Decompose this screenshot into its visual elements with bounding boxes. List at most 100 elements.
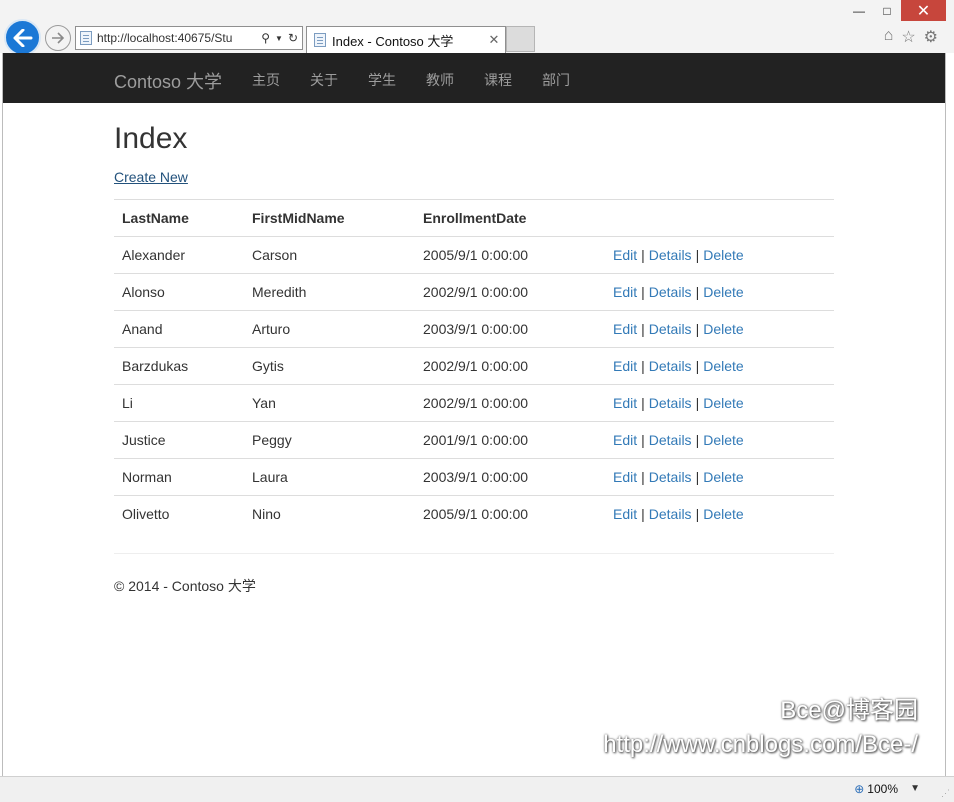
cell-enrollmentdate: 2003/9/1 0:00:00 (415, 458, 605, 496)
table-row: Norman Laura 2003/9/1 0:00:00 Edit | Detai… (114, 458, 834, 496)
cell-enrollmentdate: 2005/9/1 0:00:00 (423, 506, 529, 523)
delete-link[interactable]: Delete (703, 469, 743, 485)
edit-link[interactable]: Edit (613, 395, 637, 411)
cell-actions: Edit | Details | Delete (605, 310, 834, 348)
header-enrollmentdate: EnrollmentDate (415, 199, 605, 237)
cell-firstmidname: Laura (244, 458, 415, 496)
back-button[interactable] (4, 19, 41, 56)
cell-enrollmentdate: 2002/9/1 0:00:00 (415, 273, 605, 311)
cell-firstmidname: Yan (244, 384, 415, 422)
cell-firstmidname: Meredith (244, 273, 415, 311)
separator: | (641, 358, 645, 374)
favorites-star-icon[interactable]: ☆ (901, 27, 915, 47)
details-link[interactable]: Details (649, 432, 692, 448)
cell-actions: Edit | Details | Delete (605, 421, 834, 459)
nav-item-home[interactable]: 主页 (252, 70, 280, 90)
refresh-icon[interactable]: ↻ (288, 31, 298, 45)
url-text[interactable]: http://localhost:40675/Stu (97, 31, 261, 45)
cell-actions: Edit | Details | Delete (605, 236, 834, 274)
separator: | (695, 395, 700, 411)
delete-link[interactable]: Delete (703, 284, 743, 300)
main-content: Index Create New LastName FirstMidName E… (114, 104, 834, 596)
footer-divider (114, 552, 834, 554)
cell-firstmidname: Nino (252, 506, 281, 523)
delete-link[interactable]: Delete (703, 247, 743, 263)
separator: | (641, 284, 645, 300)
cell-firstmidname: Arturo (244, 310, 415, 348)
browser-tab[interactable]: Index - Contoso 大学 ✕ (306, 26, 506, 53)
page-icon (80, 31, 92, 45)
separator: | (695, 247, 700, 263)
zoom-level: 100% (867, 782, 898, 796)
cell-lastname: Anand (114, 310, 244, 348)
maximize-icon[interactable]: □ (873, 0, 901, 21)
details-link[interactable]: Details (649, 395, 692, 411)
edit-link[interactable]: Edit (613, 284, 637, 300)
edit-link[interactable]: Edit (613, 358, 637, 374)
window-controls: — □ ✕ (845, 0, 946, 21)
navbar-brand[interactable]: Contoso 大学 (114, 68, 222, 94)
nav-item-instructors[interactable]: 教师 (426, 70, 454, 90)
details-link[interactable]: Details (649, 358, 692, 374)
details-link[interactable]: Details (649, 321, 692, 337)
nav-menu: 主页 关于 学生 教师 课程 部门 (252, 70, 600, 90)
header-actions (605, 199, 834, 237)
cell-enrollmentdate: 2002/9/1 0:00:00 (415, 347, 605, 385)
nav-item-about[interactable]: 关于 (310, 70, 338, 90)
delete-link[interactable]: Delete (703, 506, 743, 522)
delete-link[interactable]: Delete (703, 395, 743, 411)
page-footer: © 2014 - Contoso 大学 (114, 577, 256, 594)
home-icon[interactable]: ⌂ (884, 27, 894, 47)
table-row: Alexander Carson 2005/9/1 0:00:00 Edit | D… (114, 236, 834, 274)
settings-gear-icon[interactable]: ⚙ (924, 27, 938, 47)
delete-link[interactable]: Delete (703, 321, 743, 337)
separator: | (641, 432, 645, 448)
delete-link[interactable]: Delete (703, 432, 743, 448)
edit-link[interactable]: Edit (613, 506, 637, 522)
separator: | (641, 395, 645, 411)
table-row: Anand Arturo 2003/9/1 0:00:00 Edit | Detai… (114, 310, 834, 348)
delete-link[interactable]: Delete (703, 358, 743, 374)
separator: | (695, 358, 700, 374)
address-bar[interactable]: http://localhost:40675/Stu ⚲ ▼ ↻ (75, 26, 303, 50)
search-icon[interactable]: ⚲ (261, 31, 270, 45)
details-link[interactable]: Details (649, 247, 692, 263)
tab-close-icon[interactable]: ✕ (483, 32, 505, 48)
table-row: Li Yan 2002/9/1 0:00:00 Edit | Details | Del… (114, 384, 834, 422)
table-row: Barzdukas Gytis 2002/9/1 0:00:00 Edit | De… (114, 347, 834, 385)
resize-grip-icon[interactable]: ⋰ (941, 788, 950, 799)
details-link[interactable]: Details (649, 506, 692, 522)
nav-item-courses[interactable]: 课程 (484, 70, 512, 90)
close-window-icon[interactable]: ✕ (901, 0, 946, 21)
create-new-link[interactable]: Create New (114, 169, 188, 185)
details-link[interactable]: Details (649, 469, 692, 485)
cell-actions: Edit | Details | Delete (605, 458, 834, 496)
cell-lastname: Justice (114, 421, 244, 459)
cell-firstmidname: Gytis (244, 347, 415, 385)
zoom-control[interactable]: ⊕ 100% (854, 782, 898, 796)
table-row: Alonso Meredith 2002/9/1 0:00:00 Edit | De… (114, 273, 834, 311)
nav-item-students[interactable]: 学生 (368, 70, 396, 90)
separator: | (641, 321, 645, 337)
dropdown-icon[interactable]: ▼ (275, 34, 283, 43)
new-tab-button[interactable] (506, 26, 535, 52)
header-lastname: LastName (114, 199, 244, 237)
edit-link[interactable]: Edit (613, 321, 637, 337)
edit-link[interactable]: Edit (613, 247, 637, 263)
cell-enrollmentdate: 2002/9/1 0:00:00 (415, 384, 605, 422)
minimize-icon[interactable]: — (845, 0, 873, 21)
details-link[interactable]: Details (649, 284, 692, 300)
table-header-row: LastName FirstMidName EnrollmentDate (114, 199, 834, 237)
edit-link[interactable]: Edit (613, 432, 637, 448)
nav-item-departments[interactable]: 部门 (542, 70, 570, 90)
page-title: Index (114, 122, 188, 155)
edit-link[interactable]: Edit (613, 469, 637, 485)
zoom-dropdown-icon[interactable]: ▼ (910, 783, 920, 794)
separator: | (641, 506, 645, 523)
tab-page-icon (314, 33, 326, 47)
cell-actions: Edit | Details | Delete (605, 347, 834, 385)
cell-lastname: Alonso (114, 273, 244, 311)
forward-button[interactable] (45, 25, 71, 51)
cell-lastname: Norman (114, 458, 244, 496)
browser-chrome: — □ ✕ http://localhost:40675/Stu ⚲ ▼ ↻ I… (0, 0, 954, 56)
